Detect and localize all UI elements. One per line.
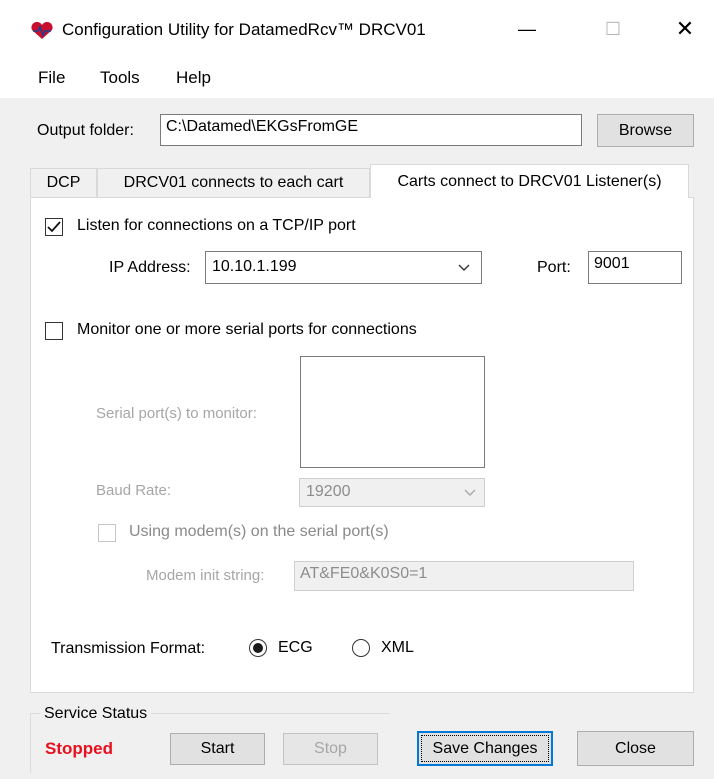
window-title: Configuration Utility for DatamedRcv™ DR… xyxy=(62,20,426,39)
maximize-icon: ☐ xyxy=(604,18,622,39)
tab-carts-connect[interactable]: Carts connect to DRCV01 Listener(s) xyxy=(370,164,689,198)
ip-address-combo[interactable]: 10.10.1.199 xyxy=(205,251,482,284)
radio-selected-dot xyxy=(253,643,263,653)
serial-monitor-checkbox[interactable] xyxy=(45,322,63,340)
xml-label: XML xyxy=(381,639,414,656)
browse-button[interactable]: Browse xyxy=(597,114,694,147)
menu-file[interactable]: File xyxy=(38,68,65,88)
modem-checkbox[interactable] xyxy=(98,524,116,542)
maximize-button[interactable]: ☐ xyxy=(583,0,643,58)
close-button[interactable]: Close xyxy=(577,731,694,766)
modem-label: Using modem(s) on the serial port(s) xyxy=(129,523,389,540)
serial-ports-label: Serial port(s) to monitor: xyxy=(96,405,257,422)
serial-monitor-label: Monitor one or more serial ports for con… xyxy=(77,321,417,338)
chevron-down-icon xyxy=(458,264,470,271)
baud-rate-value: 19200 xyxy=(306,483,351,500)
baud-rate-label: Baud Rate: xyxy=(96,482,172,499)
app-heart-icon xyxy=(31,22,53,39)
modem-init-input[interactable]: AT&FE0&K0S0=1 xyxy=(294,561,634,591)
ip-address-label: IP Address: xyxy=(109,259,191,276)
serial-ports-listbox[interactable] xyxy=(300,356,485,468)
minimize-button[interactable]: — xyxy=(497,0,557,58)
tcp-listen-checkbox[interactable] xyxy=(45,218,63,236)
menu-tools[interactable]: Tools xyxy=(100,68,140,88)
service-status-group-label: Service Status xyxy=(40,705,152,723)
baud-rate-combo[interactable]: 19200 xyxy=(299,478,485,507)
menu-help[interactable]: Help xyxy=(176,68,211,88)
chevron-down-icon xyxy=(464,489,476,496)
xml-radio[interactable] xyxy=(352,639,370,657)
start-button[interactable]: Start xyxy=(170,733,265,765)
tab-drcv01-connects[interactable]: DRCV01 connects to each cart xyxy=(97,168,370,197)
ecg-radio[interactable] xyxy=(249,639,267,657)
ip-address-value: 10.10.1.199 xyxy=(212,258,297,275)
transmission-format-label: Transmission Format: xyxy=(51,640,206,657)
close-icon: ✕ xyxy=(675,16,695,41)
tab-dcp[interactable]: DCP xyxy=(30,168,97,197)
close-window-button[interactable]: ✕ xyxy=(655,0,714,58)
tcp-listen-label: Listen for connections on a TCP/IP port xyxy=(77,217,356,234)
checkmark-icon xyxy=(47,221,61,233)
output-folder-input[interactable]: C:\Datamed\EKGsFromGE xyxy=(160,114,582,146)
modem-init-label: Modem init string: xyxy=(146,567,265,584)
port-input[interactable]: 9001 xyxy=(588,251,682,284)
port-label: Port: xyxy=(537,259,571,276)
output-folder-label: Output folder: xyxy=(37,122,134,139)
save-changes-button[interactable]: Save Changes xyxy=(417,731,553,766)
minimize-icon: — xyxy=(518,18,536,39)
service-status-value: Stopped xyxy=(45,739,113,758)
stop-button[interactable]: Stop xyxy=(283,733,378,765)
ecg-label: ECG xyxy=(278,639,313,656)
